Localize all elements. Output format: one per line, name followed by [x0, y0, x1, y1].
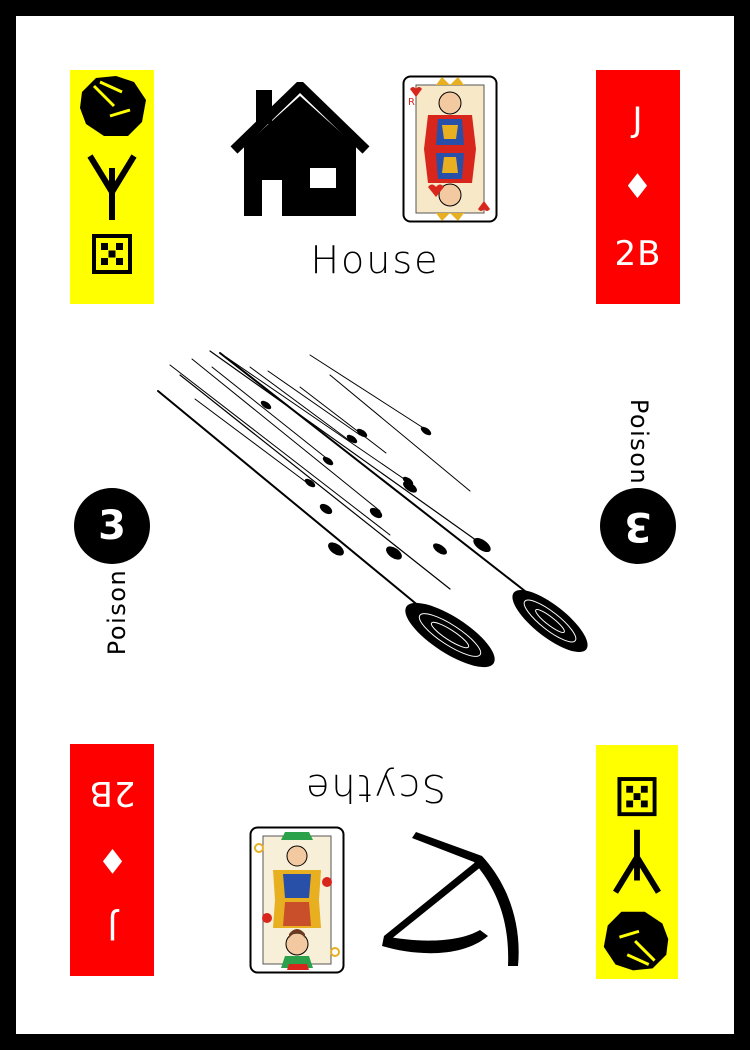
left-value-badge: 3: [74, 488, 150, 564]
right-badge-text: Poison: [625, 398, 654, 486]
diamond-suit-icon: ♦: [622, 166, 654, 207]
queen-card-icon: R: [402, 75, 498, 223]
rain-streaks-illustration: [157, 350, 588, 668]
bottom-card-label: Scythe: [304, 766, 446, 810]
left-badge-text: Poison: [103, 568, 132, 656]
rank-label: J: [106, 906, 118, 947]
house-icon: [230, 82, 370, 216]
top-card-label: House: [310, 238, 440, 282]
diamond-suit-icon: ♦: [96, 840, 128, 881]
svg-text:R: R: [408, 97, 415, 108]
right-value-badge: 3: [600, 488, 676, 564]
scythe-icon: [382, 832, 519, 966]
jack-card-icon: [249, 826, 345, 974]
rank-label: J: [632, 99, 644, 140]
